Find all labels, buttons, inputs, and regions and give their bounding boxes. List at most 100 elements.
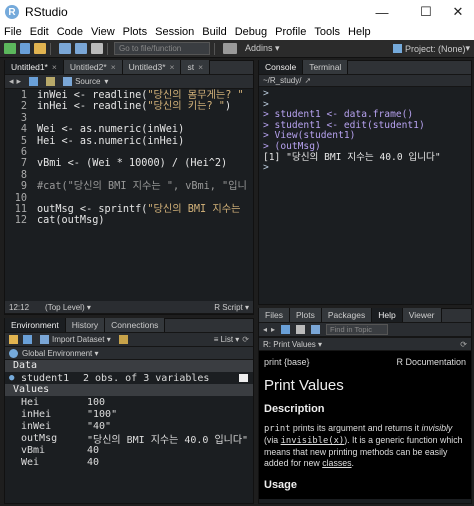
menu-view[interactable]: View (87, 26, 119, 38)
save-icon[interactable] (59, 43, 71, 54)
arrow-icon[interactable]: ➚ (304, 76, 311, 85)
files-tab-4[interactable]: Viewer (402, 308, 442, 322)
invisible-link[interactable]: invisible(x) (281, 436, 345, 446)
refresh-icon[interactable]: ⟳ (242, 335, 249, 344)
help-home-icon[interactable] (281, 325, 291, 334)
console-line: > (263, 162, 269, 174)
code-line[interactable]: vBmi <- (Wei * 10000) / (Hei^2) (37, 158, 249, 169)
source-dropdown-icon[interactable]: ▾ (104, 77, 108, 86)
menu-help[interactable]: Help (344, 26, 375, 38)
print-icon[interactable] (91, 43, 103, 54)
help-topic-label: R: Print Values (263, 339, 316, 349)
code-text[interactable]: inWei <- readline("당신의 몸무게는? " inHei <- r… (33, 89, 249, 301)
variable-value: 100 (87, 396, 106, 408)
files-tab-1[interactable]: Plots (289, 308, 322, 322)
environment-tab-2[interactable]: Connections (105, 318, 166, 332)
help-back-icon[interactable]: ◂ (263, 325, 267, 334)
console-tab-bar: Console Terminal (259, 60, 471, 75)
new-project-icon[interactable] (20, 43, 30, 54)
code-line[interactable] (37, 113, 249, 124)
console-output[interactable]: > > > student1 <- data.frame() > student1 <… (259, 87, 471, 176)
file-type-selector[interactable]: R Script ▾ (214, 303, 249, 312)
environment-tab-label: History (71, 320, 99, 330)
code-line[interactable]: Wei <- as.numeric(inWei) (37, 124, 249, 135)
environment-tab-label: Connections (111, 320, 159, 330)
environment-tab-1[interactable]: History (65, 318, 106, 332)
close-button[interactable]: ✕ (442, 0, 474, 24)
tab-close-icon[interactable]: × (198, 62, 203, 72)
value-row: inHei "100" (5, 408, 253, 420)
addins-menu[interactable]: Addins ▾ (245, 43, 280, 54)
code-line[interactable] (37, 193, 249, 204)
project-menu[interactable]: Project: (None) ▾ (392, 43, 470, 54)
files-tab-2[interactable]: Packages (321, 308, 373, 322)
source-editor-pane: Untitled1* × Untitled2* × Untitled3* × st × ◂ ▸… (4, 60, 254, 315)
classes-link[interactable]: classes (322, 458, 351, 468)
menu-plots[interactable]: Plots (119, 26, 151, 38)
help-topic-selector[interactable]: R: Print Values ▾ (263, 340, 322, 349)
code-line[interactable] (37, 170, 249, 181)
console-tab-0[interactable]: Console (259, 60, 304, 74)
code-line[interactable]: Hei <- as.numeric(inHei) (37, 136, 249, 147)
save-workspace-icon[interactable] (23, 335, 32, 344)
code-line[interactable] (37, 147, 249, 158)
menu-session[interactable]: Session (151, 26, 198, 38)
menu-profile[interactable]: Profile (271, 26, 310, 38)
list-view-selector[interactable]: ≡ List ▾ (214, 335, 240, 344)
tab-close-icon[interactable]: × (170, 62, 175, 72)
menu-code[interactable]: Code (53, 26, 87, 38)
code-line[interactable]: inHei <- readline("당신의 키는? ") (37, 101, 249, 112)
forward-arrow-icon[interactable]: ▸ (17, 76, 22, 87)
files-tab-bar: Files Plots Packages Help Viewer (259, 308, 471, 323)
menu-file[interactable]: File (0, 26, 26, 38)
go-to-file-input[interactable]: Go to file/function (114, 42, 210, 55)
load-workspace-icon[interactable] (9, 335, 18, 344)
new-file-icon[interactable] (4, 43, 16, 54)
line-number: 9 (20, 181, 27, 193)
environment-scope-selector[interactable]: Global Environment ▾ (22, 349, 99, 358)
files-tab-0[interactable]: Files (259, 308, 290, 322)
menu-debug[interactable]: Debug (231, 26, 271, 38)
code-line[interactable]: outMsg <- sprintf("당신의 BMI 지수는 (37, 204, 249, 215)
expand-icon[interactable]: ● (9, 373, 21, 383)
wand-icon[interactable] (46, 77, 56, 86)
variable-value: 40 (87, 456, 100, 468)
environment-tab-0[interactable]: Environment (5, 318, 66, 332)
back-arrow-icon[interactable]: ◂ (9, 76, 14, 87)
help-popout-icon[interactable] (311, 325, 321, 334)
menu-build[interactable]: Build (198, 26, 230, 38)
help-refresh-icon[interactable]: ⟳ (460, 340, 467, 349)
tab-close-icon[interactable]: × (52, 62, 57, 72)
source-button[interactable]: Source (75, 77, 100, 86)
data-row[interactable]: ● student1 2 obs. of 3 variables (5, 372, 253, 384)
import-dataset-button[interactable]: Import Dataset ▾ (52, 335, 111, 344)
save-file-icon[interactable] (29, 77, 39, 86)
code-area[interactable]: 1 2 3 4 5 6 7 8 9 10 11 12 inWei <- readline("당신의 몸… (5, 89, 253, 301)
maximize-button[interactable]: ☐ (410, 0, 442, 24)
minimize-button[interactable]: — (366, 0, 398, 24)
code-line[interactable]: inWei <- readline("당신의 몸무게는? " (37, 90, 249, 101)
description-part: (via (264, 435, 281, 445)
save-all-icon[interactable] (75, 43, 87, 54)
find-in-topic-input[interactable]: Find in Topic (326, 324, 389, 335)
menu-edit[interactable]: Edit (26, 26, 53, 38)
code-line[interactable]: cat(outMsg) (37, 215, 249, 226)
menu-tools[interactable]: Tools (310, 26, 344, 38)
broom-icon[interactable] (118, 335, 128, 344)
tab-close-icon[interactable]: × (111, 62, 116, 72)
help-forward-icon[interactable]: ▸ (271, 325, 275, 334)
grid-view-icon[interactable] (239, 374, 248, 382)
editor-tab-0[interactable]: Untitled1* × (5, 60, 64, 74)
help-print-icon[interactable] (296, 325, 306, 334)
open-file-icon[interactable] (34, 43, 46, 54)
editor-tab-1[interactable]: Untitled2* × (63, 60, 123, 74)
editor-tab-3[interactable]: st × (181, 60, 211, 74)
line-number: 8 (20, 169, 27, 181)
editor-status-bar: 12:12 (Top Level) ▾ R Script ▾ (5, 301, 253, 314)
workspace-panes-icon[interactable] (223, 43, 237, 54)
scope-selector[interactable]: (Top Level) ▾ (45, 303, 91, 312)
console-tab-1[interactable]: Terminal (303, 60, 349, 74)
editor-tab-2[interactable]: Untitled3* × (122, 60, 182, 74)
code-line[interactable]: #cat("당신의 BMI 지수는 ", vBmi, "입니 (37, 181, 249, 192)
files-tab-3[interactable]: Help (372, 308, 403, 322)
